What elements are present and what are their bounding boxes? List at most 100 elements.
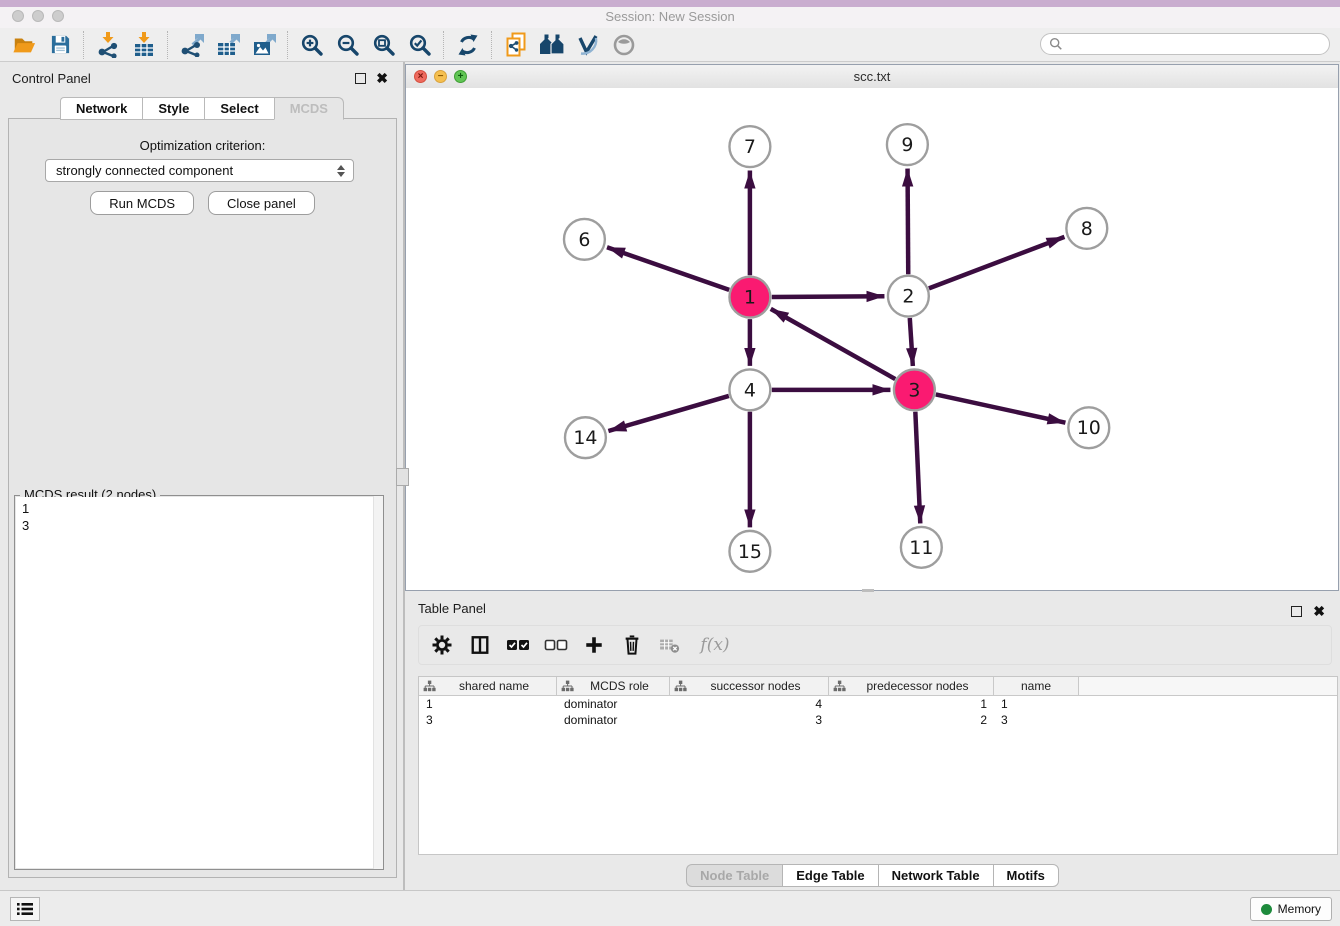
toolbar-separator — [491, 31, 493, 59]
zoom-selected-icon[interactable] — [402, 30, 438, 60]
cell-name[interactable]: 1 — [994, 697, 1079, 711]
column-header-MCDS-role[interactable]: MCDS role — [557, 677, 670, 695]
import-network-icon[interactable] — [90, 30, 126, 60]
memory-label: Memory — [1278, 902, 1321, 916]
control-panel-title: Control Panel — [12, 71, 91, 86]
graph-edge-3-1[interactable] — [771, 309, 896, 379]
graph-node-11[interactable]: 11 — [901, 527, 942, 568]
clone-network-icon[interactable] — [498, 30, 534, 60]
control-panel-tabs: NetworkStyleSelectMCDS — [0, 97, 404, 120]
svg-text:10: 10 — [1077, 417, 1101, 439]
table-row[interactable]: 1dominator411 — [419, 696, 1337, 712]
tab-motifs[interactable]: Motifs — [993, 864, 1059, 887]
export-network-icon[interactable] — [174, 30, 210, 60]
run-mcds-button[interactable]: Run MCDS — [90, 191, 194, 215]
graph-node-8[interactable]: 8 — [1066, 208, 1107, 249]
graph-edge-4-14[interactable] — [608, 396, 728, 431]
node-table: shared nameMCDS rolesuccessor nodesprede… — [418, 676, 1338, 855]
column-header-name[interactable]: name — [994, 677, 1079, 695]
search-input[interactable] — [1063, 36, 1317, 52]
float-panel-icon[interactable] — [355, 73, 366, 84]
tab-network[interactable]: Network — [60, 97, 142, 120]
cell-MCDS-role[interactable]: dominator — [557, 697, 670, 711]
zoom-out-icon[interactable] — [330, 30, 366, 60]
cell-successor-nodes[interactable]: 3 — [670, 713, 829, 727]
graph-node-4[interactable]: 4 — [729, 369, 770, 410]
memory-button[interactable]: Memory — [1250, 897, 1332, 921]
graph-edge-3-10[interactable] — [936, 394, 1066, 422]
network-canvas-svg[interactable]: 7 9 6 8 1 2 4 3 14 10 15 11 — [406, 88, 1338, 590]
graph-node-10[interactable]: 10 — [1068, 407, 1109, 448]
export-image-icon[interactable] — [246, 30, 282, 60]
close-panel-icon[interactable]: ✖ — [376, 70, 388, 86]
mcds-panel: Optimization criterion: strongly connect… — [8, 118, 397, 878]
session-title: Session: New Session — [0, 9, 1340, 24]
search-icon — [1049, 37, 1063, 51]
graph-edge-3-11[interactable] — [915, 412, 920, 524]
table-close-icon[interactable]: ✖ — [1313, 603, 1325, 619]
titlebar-accent-strip — [0, 0, 1340, 7]
panel-divider-grip[interactable] — [396, 468, 409, 486]
zoom-fit-icon[interactable] — [366, 30, 402, 60]
graph-node-14[interactable]: 14 — [565, 417, 606, 458]
home-view-icon[interactable] — [534, 30, 570, 60]
table-float-icon[interactable] — [1291, 606, 1302, 617]
cell-predecessor-nodes[interactable]: 1 — [829, 697, 994, 711]
cell-shared-name[interactable]: 1 — [419, 697, 557, 711]
tab-mcds[interactable]: MCDS — [274, 97, 344, 120]
tab-select[interactable]: Select — [204, 97, 273, 120]
table-settings-gear-icon[interactable] — [427, 631, 457, 659]
network-canvas[interactable]: 7 9 6 8 1 2 4 3 14 10 15 11 — [406, 88, 1338, 590]
graph-edge-2-3[interactable] — [910, 318, 913, 366]
graph-edge-2-9[interactable] — [908, 169, 909, 275]
function-builder-icon-disabled: f(x) — [693, 631, 737, 659]
cell-successor-nodes[interactable]: 4 — [670, 697, 829, 711]
graph-node-2[interactable]: 2 — [888, 276, 929, 317]
graphics-details-icon[interactable] — [570, 30, 606, 60]
graph-node-9[interactable]: 9 — [887, 124, 928, 165]
show-column-icon[interactable] — [465, 631, 495, 659]
create-column-icon[interactable] — [579, 631, 609, 659]
open-session-icon[interactable] — [6, 30, 42, 60]
graph-node-1[interactable]: 1 — [729, 277, 770, 318]
criterion-select[interactable]: strongly connected component — [45, 159, 354, 182]
close-panel-button[interactable]: Close panel — [208, 191, 315, 215]
result-scrollbar[interactable] — [373, 496, 383, 869]
graph-edge-1-2[interactable] — [772, 296, 885, 297]
tab-node-table[interactable]: Node Table — [686, 864, 782, 887]
column-header-successor-nodes[interactable]: successor nodes — [670, 677, 829, 695]
graph-edge-1-6[interactable] — [607, 247, 729, 290]
cell-name[interactable]: 3 — [994, 713, 1079, 727]
network-resize-grip[interactable] — [862, 589, 874, 592]
graph-node-3[interactable]: 3 — [894, 369, 935, 410]
column-header-predecessor-nodes[interactable]: predecessor nodes — [829, 677, 994, 695]
graph-node-6[interactable]: 6 — [564, 219, 605, 260]
apply-layout-icon[interactable] — [450, 30, 486, 60]
deselect-all-icon[interactable] — [541, 631, 571, 659]
delete-table-icon-disabled — [655, 631, 685, 659]
graph-node-7[interactable]: 7 — [729, 126, 770, 167]
import-table-icon[interactable] — [126, 30, 162, 60]
export-table-icon[interactable] — [210, 30, 246, 60]
tab-style[interactable]: Style — [142, 97, 204, 120]
tab-network-table[interactable]: Network Table — [878, 864, 993, 887]
delete-column-icon[interactable] — [617, 631, 647, 659]
table-row[interactable]: 3dominator323 — [419, 712, 1337, 728]
mac-titlebar: Session: New Session — [0, 0, 1340, 29]
zoom-in-icon[interactable] — [294, 30, 330, 60]
tab-edge-table[interactable]: Edge Table — [782, 864, 877, 887]
node-table-body: 1dominator4113dominator323 — [419, 696, 1337, 728]
birds-eye-view-icon[interactable] — [606, 30, 642, 60]
network-window-titlebar[interactable]: × − + scc.txt — [406, 65, 1338, 89]
mcds-result-text[interactable]: 13 — [16, 497, 382, 868]
cell-predecessor-nodes[interactable]: 2 — [829, 713, 994, 727]
cell-shared-name[interactable]: 3 — [419, 713, 557, 727]
graph-edge-2-8[interactable] — [929, 237, 1065, 288]
cell-MCDS-role[interactable]: dominator — [557, 713, 670, 727]
select-all-icon[interactable] — [503, 631, 533, 659]
column-header-shared-name[interactable]: shared name — [419, 677, 557, 695]
console-button[interactable] — [10, 897, 40, 921]
graph-node-15[interactable]: 15 — [729, 531, 770, 572]
svg-text:3: 3 — [908, 379, 920, 401]
save-session-icon[interactable] — [42, 30, 78, 60]
